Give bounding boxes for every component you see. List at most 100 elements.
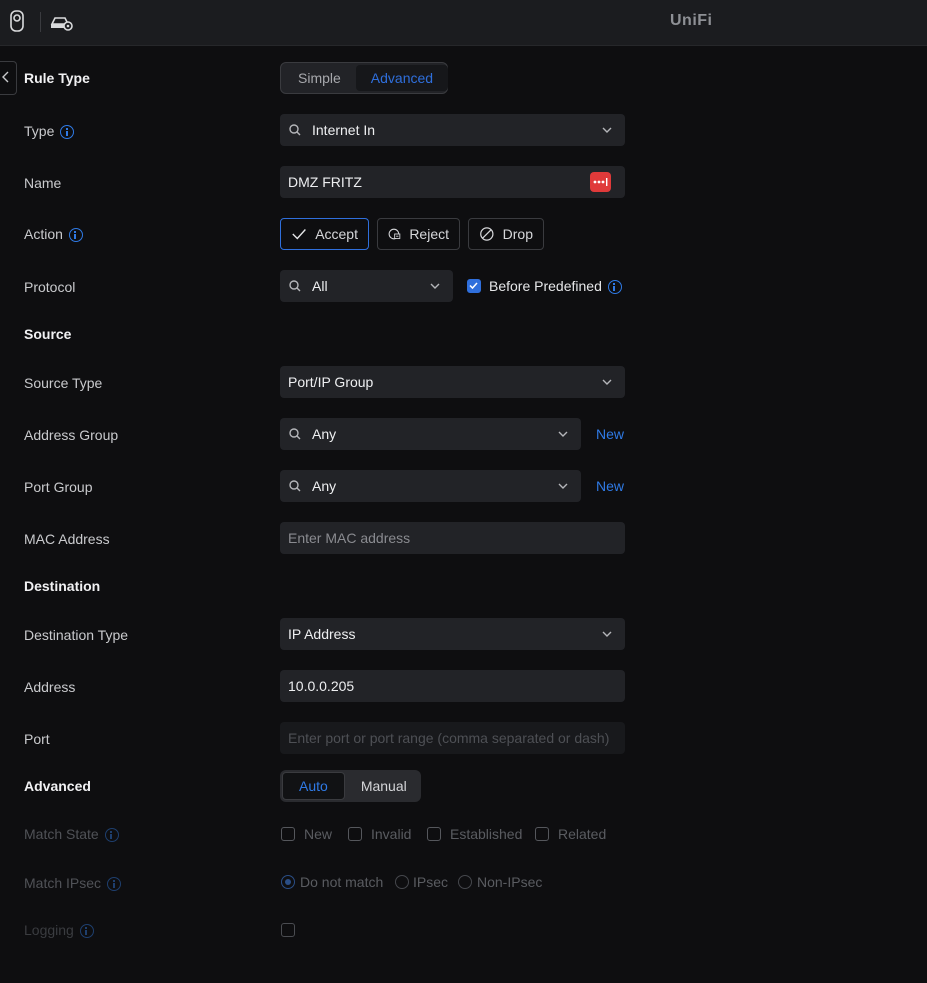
destination-type-select[interactable]: IP Address [280,618,625,650]
accept-button[interactable]: Accept [280,218,369,250]
before-predefined-label: Before Predefined [489,278,622,294]
info-icon[interactable] [104,828,119,842]
match-state-text: Match State [24,826,99,842]
destination-type-value: IP Address [288,626,356,642]
source-type-value: Port/IP Group [288,374,374,390]
match-ipsec-do-not-match-radio[interactable] [281,875,295,889]
advanced-manual-option[interactable]: Manual [345,772,423,800]
before-predefined-checkbox[interactable] [467,279,481,293]
check-icon [292,229,306,240]
advanced-heading: Advanced [24,778,91,794]
type-value: Internet In [312,122,376,138]
prohibited-icon [480,227,494,241]
info-icon[interactable] [60,125,75,139]
port-group-label: Port Group [24,479,93,495]
chevron-down-icon [558,431,568,437]
match-state-related-checkbox[interactable] [535,827,549,841]
name-input[interactable]: DMZ FRITZ [280,166,625,198]
check-icon [469,282,478,290]
protocol-value: All [312,278,328,294]
search-icon [289,428,301,440]
action-label: Action [24,226,83,242]
chevron-down-icon [430,283,440,289]
match-ipsec-do-not-match-label: Do not match [300,874,384,890]
port-group-value: Any [312,478,337,494]
unifi-logo: UniFi [670,12,713,29]
rule-type-simple[interactable]: Simple [283,65,356,91]
source-type-select[interactable]: Port/IP Group [280,366,625,398]
logging-checkbox[interactable] [281,923,295,937]
chevron-down-icon [602,631,612,637]
drop-button[interactable]: Drop [468,218,544,250]
type-label-text: Type [24,123,55,139]
port-placeholder: Enter port or port range (comma separate… [288,730,610,746]
address-group-value: Any [312,426,337,442]
advanced-mode-toggle: Auto Manual [280,770,421,802]
chevron-down-icon [602,127,612,133]
mac-address-input[interactable]: Enter MAC address [280,522,625,554]
port-input[interactable]: Enter port or port range (comma separate… [280,722,625,754]
source-heading: Source [24,326,72,342]
mac-address-placeholder: Enter MAC address [288,530,411,546]
match-ipsec-ipsec-radio[interactable] [395,875,409,889]
reject-label: Reject [409,226,449,242]
camera-icon[interactable] [10,10,24,32]
chevron-down-icon [602,379,612,385]
address-input[interactable]: 10.0.0.205 [280,670,625,702]
toolbar-divider [40,12,41,32]
name-value: DMZ FRITZ [288,174,362,190]
type-label: Type [24,123,75,139]
match-ipsec-non-ipsec-label: Non-IPsec [477,874,543,890]
destination-heading: Destination [24,578,101,594]
search-icon [289,280,301,292]
back-button[interactable] [0,61,17,95]
rule-type-advanced[interactable]: Advanced [355,65,449,91]
chevron-left-icon [2,71,9,83]
match-ipsec-ipsec-label: IPsec [413,874,449,890]
reject-button[interactable]: Reject [377,218,460,250]
top-bar: UniFi [0,0,927,46]
reject-icon [388,228,401,240]
type-select[interactable]: Internet In [280,114,625,146]
match-state-established-checkbox[interactable] [427,827,441,841]
match-state-invalid-label: Invalid [371,826,412,842]
accept-label: Accept [315,226,358,242]
password-manager-icon[interactable] [590,172,611,192]
logging-text: Logging [24,922,74,938]
match-state-invalid-checkbox[interactable] [348,827,362,841]
info-icon[interactable] [607,280,622,294]
advanced-auto-option[interactable]: Auto [282,772,345,800]
destination-type-label: Destination Type [24,627,129,643]
info-icon[interactable] [79,924,94,938]
address-group-new-link[interactable]: New [596,426,624,442]
protocol-label: Protocol [24,279,76,295]
logging-label: Logging [24,922,94,938]
match-ipsec-text: Match IPsec [24,875,102,891]
address-label: Address [24,679,76,695]
info-icon[interactable] [107,877,122,891]
match-state-established-label: Established [450,826,523,842]
mac-address-label: MAC Address [24,531,110,547]
port-group-new-link[interactable]: New [596,478,624,494]
address-group-select[interactable]: Any [280,418,581,450]
match-state-related-label: Related [558,826,607,842]
drop-label: Drop [502,226,533,242]
match-ipsec-label: Match IPsec [24,875,122,891]
address-group-label: Address Group [24,427,119,443]
dots-icon [593,178,608,186]
name-label: Name [24,175,62,191]
info-icon[interactable] [68,228,83,242]
rule-type-toggle: Simple Advanced [280,62,449,94]
match-state-new-label: New [304,826,333,842]
match-state-new-checkbox[interactable] [281,827,295,841]
port-group-select[interactable]: Any [280,470,581,502]
network-device-icon[interactable] [50,12,74,32]
port-label: Port [24,731,50,747]
rule-type-label: Rule Type [24,70,90,86]
search-icon [289,124,301,136]
search-icon [289,480,301,492]
chevron-down-icon [558,483,568,489]
source-type-label: Source Type [24,375,103,391]
protocol-select[interactable]: All [280,270,453,302]
match-ipsec-non-ipsec-radio[interactable] [458,875,472,889]
